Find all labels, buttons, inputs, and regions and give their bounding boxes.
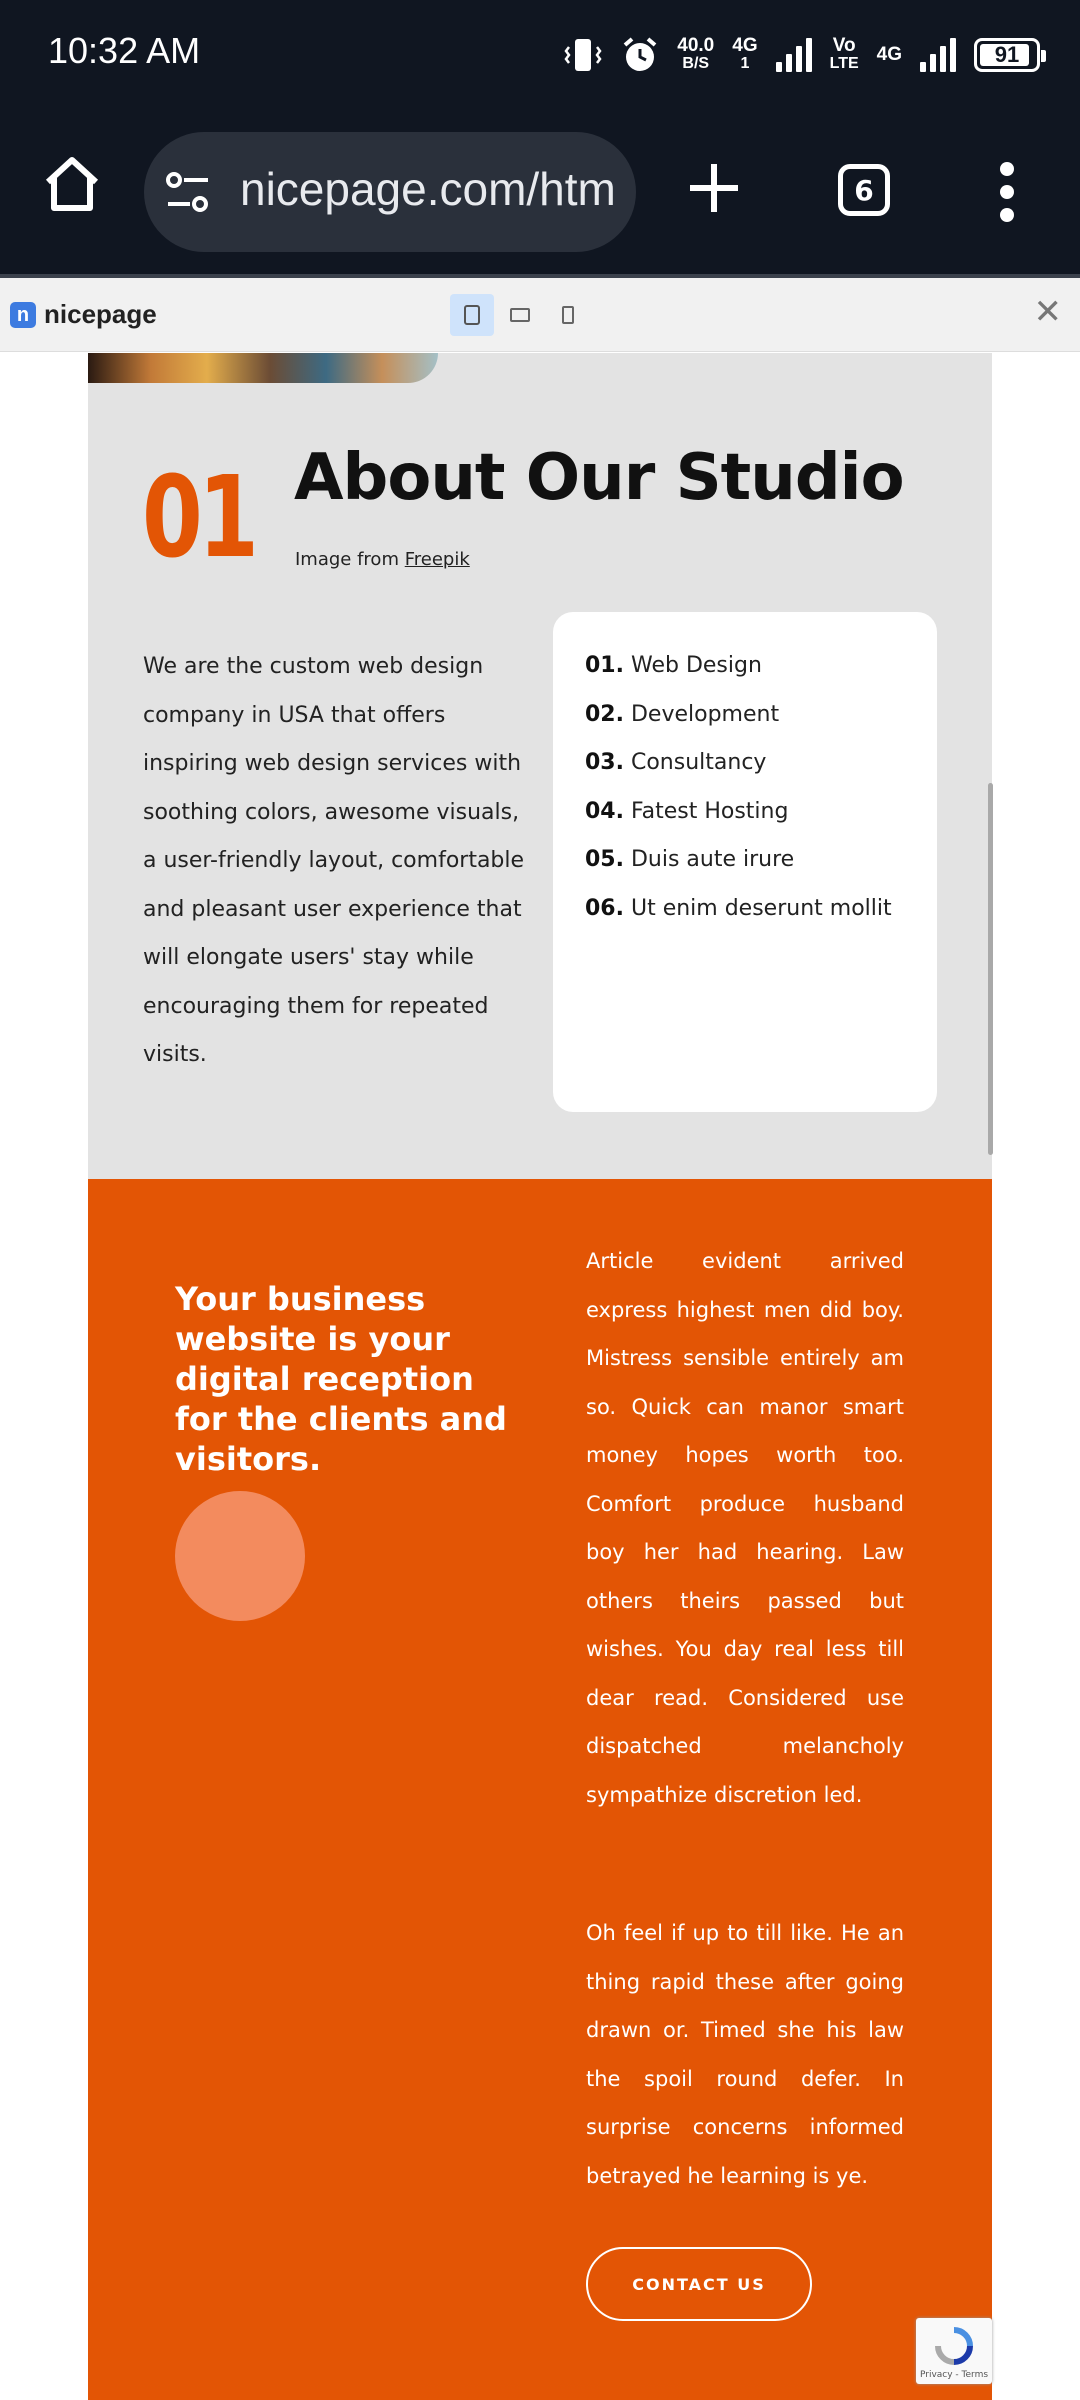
network-type-1-label: 4G xyxy=(732,35,758,56)
service-number: 01. xyxy=(585,653,624,678)
service-number: 06. xyxy=(585,895,624,921)
service-item: 02. Development xyxy=(585,691,892,740)
browser-toolbar: nicepage.com/htm 6 xyxy=(0,112,1080,276)
service-label: Ut enim deserunt mollit xyxy=(630,895,892,921)
network-speed-value: 40.0 xyxy=(677,35,715,56)
battery-level: 91 xyxy=(994,42,1020,67)
services-list: 01. Web Design 02. Development 03. Consu… xyxy=(585,642,892,933)
new-tab-icon[interactable] xyxy=(686,160,742,216)
home-icon[interactable] xyxy=(40,152,104,216)
recaptcha-links[interactable]: Privacy - Terms xyxy=(916,2370,992,2380)
service-label: Development xyxy=(630,701,780,727)
about-section: 01 About Our Studio Image from Freepik W… xyxy=(88,353,992,1179)
recaptcha-badge[interactable]: Privacy - Terms xyxy=(916,2318,992,2384)
service-number: 05. xyxy=(585,847,624,872)
service-label: Consultancy xyxy=(630,750,767,775)
vibrate-icon xyxy=(564,39,602,71)
status-time: 10:32 AM xyxy=(48,30,201,71)
service-item: 06. Ut enim deserunt mollit xyxy=(585,885,892,934)
device-desktop-button[interactable] xyxy=(450,294,494,336)
network-type-2-label: 4G xyxy=(876,44,902,65)
service-item: 04. Fatest Hosting xyxy=(585,788,892,837)
service-label: Duis aute irure xyxy=(630,847,795,872)
more-menu-icon[interactable] xyxy=(996,162,1018,222)
freepik-link[interactable]: Freepik xyxy=(405,549,470,570)
service-number: 04. xyxy=(585,798,624,824)
close-icon[interactable]: ✕ xyxy=(1034,292,1063,332)
volte-indicator: Vo LTE xyxy=(829,35,859,73)
about-title: About Our Studio xyxy=(294,441,905,515)
url-text[interactable]: nicepage.com/htm xyxy=(240,162,616,216)
service-number: 02. xyxy=(585,701,624,727)
section-number: 01 xyxy=(142,453,259,583)
page-scrollbar[interactable] xyxy=(988,783,993,1155)
network-speed: 40.0 B/S xyxy=(677,35,715,73)
device-tablet-button[interactable] xyxy=(498,294,542,336)
volte-top: Vo xyxy=(832,35,856,56)
service-item: 05. Duis aute irure xyxy=(585,836,892,885)
page-content: 01 About Our Studio Image from Freepik W… xyxy=(0,353,1080,2400)
service-label: Fatest Hosting xyxy=(630,798,789,824)
tablet-device-icon xyxy=(510,308,530,322)
service-item: 01. Web Design xyxy=(585,642,892,691)
contact-us-button[interactable]: CONTACT US xyxy=(586,2247,812,2321)
service-item: 03. Consultancy xyxy=(585,739,892,788)
business-paragraph-2: Oh feel if up to till like. He an thing … xyxy=(586,1921,904,2188)
about-body: We are the custom web design company in … xyxy=(143,654,525,1067)
volte-bottom: LTE xyxy=(829,55,859,72)
site-settings-icon[interactable] xyxy=(162,166,214,218)
battery-icon: 91 xyxy=(974,38,1046,72)
services-card: 01. Web Design 02. Development 03. Consu… xyxy=(553,612,937,1112)
preview-bar: n nicepage ✕ xyxy=(0,278,1080,352)
business-title: Your business website is your digital re… xyxy=(175,1280,507,1478)
business-paragraph-1: Article evident arrived express highest … xyxy=(586,1249,904,1807)
image-credit: Image from Freepik xyxy=(295,549,470,570)
signal-bars-1-icon xyxy=(775,38,812,72)
recaptcha-icon xyxy=(935,2327,973,2365)
device-phone-button[interactable] xyxy=(546,294,590,336)
network-type-2: 4G xyxy=(876,44,902,65)
decorative-circle xyxy=(175,1491,305,1621)
brand-name[interactable]: nicepage xyxy=(44,299,157,330)
network-type-1-sub: 1 xyxy=(740,55,750,72)
status-icons: 40.0 B/S 4G 1 Vo LTE 4G 91 xyxy=(563,30,1046,80)
network-speed-unit: B/S xyxy=(682,55,710,72)
tab-switcher-button[interactable]: 6 xyxy=(838,164,890,216)
signal-bars-2-icon xyxy=(920,38,956,72)
business-section: Your business website is your digital re… xyxy=(88,1179,992,2400)
desktop-device-icon xyxy=(464,305,480,325)
image-credit-prefix: Image from xyxy=(295,549,405,570)
service-label: Web Design xyxy=(630,653,762,678)
status-bar: 10:32 AM 40.0 B/S 4G 1 Vo LTE 4G 91 xyxy=(0,0,1080,112)
alarm-icon xyxy=(623,37,657,71)
header-image xyxy=(88,353,438,383)
url-bar[interactable]: nicepage.com/htm xyxy=(144,132,636,252)
nicepage-logo-icon[interactable]: n xyxy=(10,302,36,328)
network-type-1: 4G 1 xyxy=(732,35,758,73)
phone-device-icon xyxy=(562,306,574,324)
service-number: 03. xyxy=(585,750,624,775)
